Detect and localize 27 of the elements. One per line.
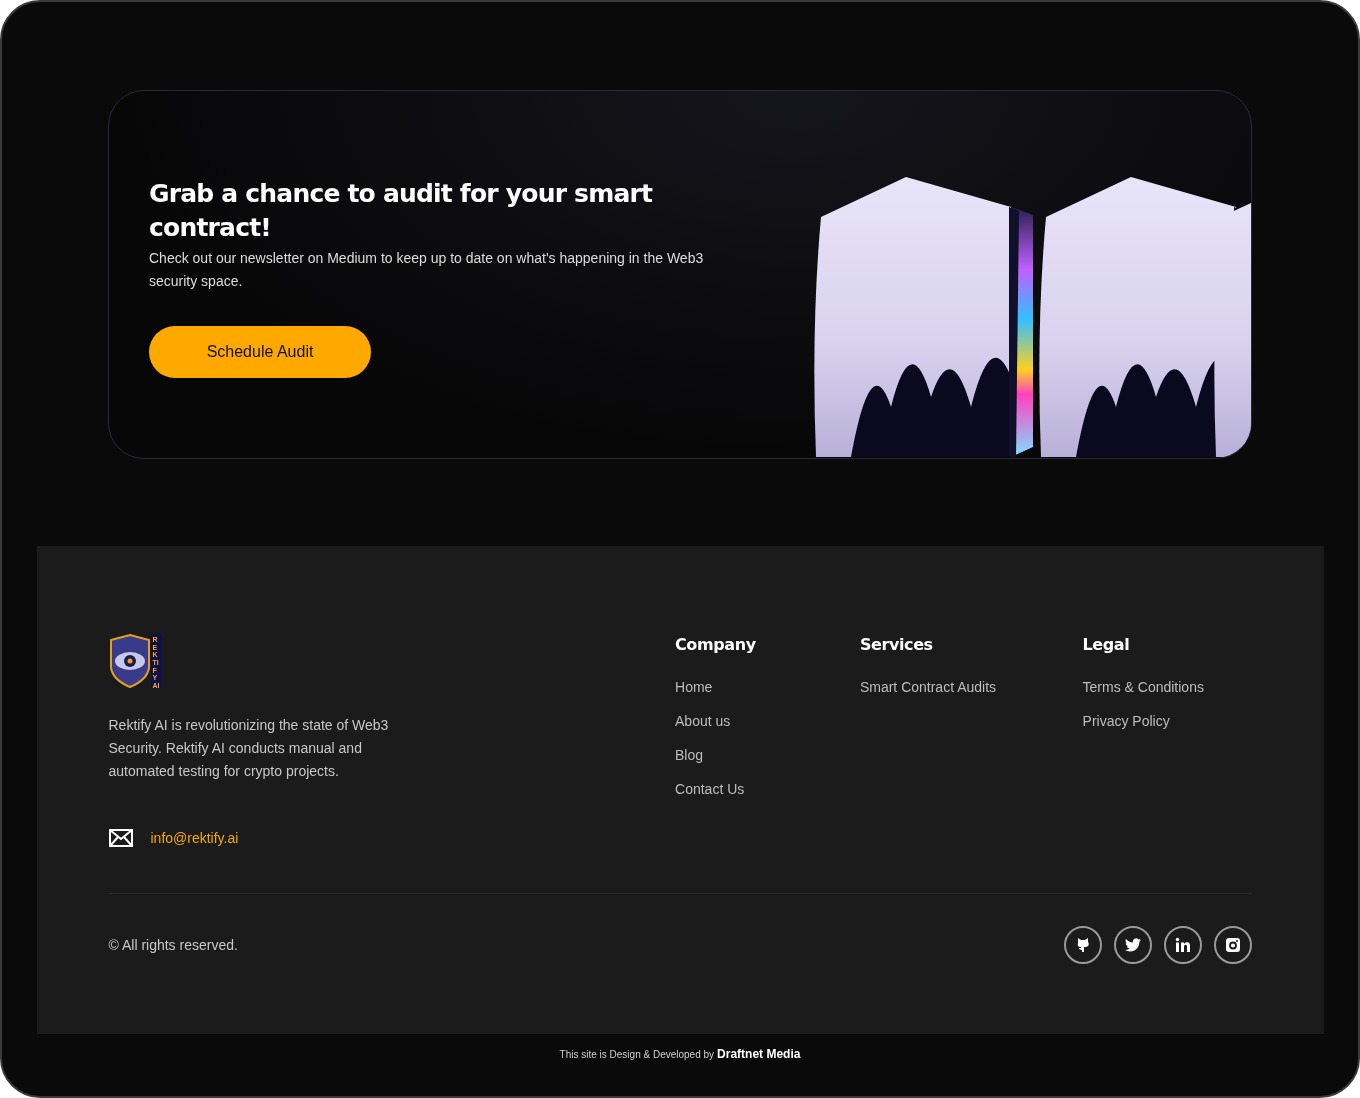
eye-shield-logo-icon xyxy=(108,634,151,688)
footer-link[interactable]: Privacy Policy xyxy=(1082,712,1252,730)
social-link[interactable] xyxy=(1063,926,1102,964)
footer-link[interactable]: Contact Us xyxy=(675,780,860,798)
banner-description: Check out our newsletter on Medium to keep up to date on what's happening in the Web3 security space. xyxy=(149,249,705,291)
copyright-text: © All rights reserved. xyxy=(108,937,238,953)
linkedin-icon xyxy=(1174,937,1191,953)
social-link[interactable] xyxy=(1163,926,1202,964)
footer-link[interactable]: Terms & Conditions xyxy=(1082,678,1252,696)
about-text: Rektify AI is revolutionizing the state of Web3 Security. Rektify AI conducts manual and automated testing for crypto projects. xyxy=(108,716,390,781)
column-heading: Services xyxy=(859,634,934,656)
banner-title: Grab a chance to audit for your smart contract! xyxy=(149,178,654,244)
column-heading: Legal xyxy=(1082,634,1131,656)
bird-icon xyxy=(1124,938,1141,952)
credit-brand: Draftnet Media xyxy=(717,1047,801,1061)
footer-link[interactable]: Smart Contract Audits xyxy=(859,678,1083,696)
envelope-icon xyxy=(108,829,133,847)
footer-link[interactable]: Blog xyxy=(675,746,860,764)
social-link[interactable] xyxy=(1113,926,1152,964)
social-link[interactable] xyxy=(1213,926,1252,964)
column-heading: Company xyxy=(675,634,757,656)
credit-text: This site is Design & Developed by xyxy=(559,1049,715,1060)
footer-link[interactable]: Home xyxy=(675,678,860,696)
email-link[interactable]: info@rektify.ai xyxy=(150,830,239,846)
schedule-audit-button[interactable]: Schedule Audit xyxy=(149,326,371,378)
footer-link[interactable]: About us xyxy=(675,712,860,730)
camera-icon xyxy=(1224,937,1241,953)
